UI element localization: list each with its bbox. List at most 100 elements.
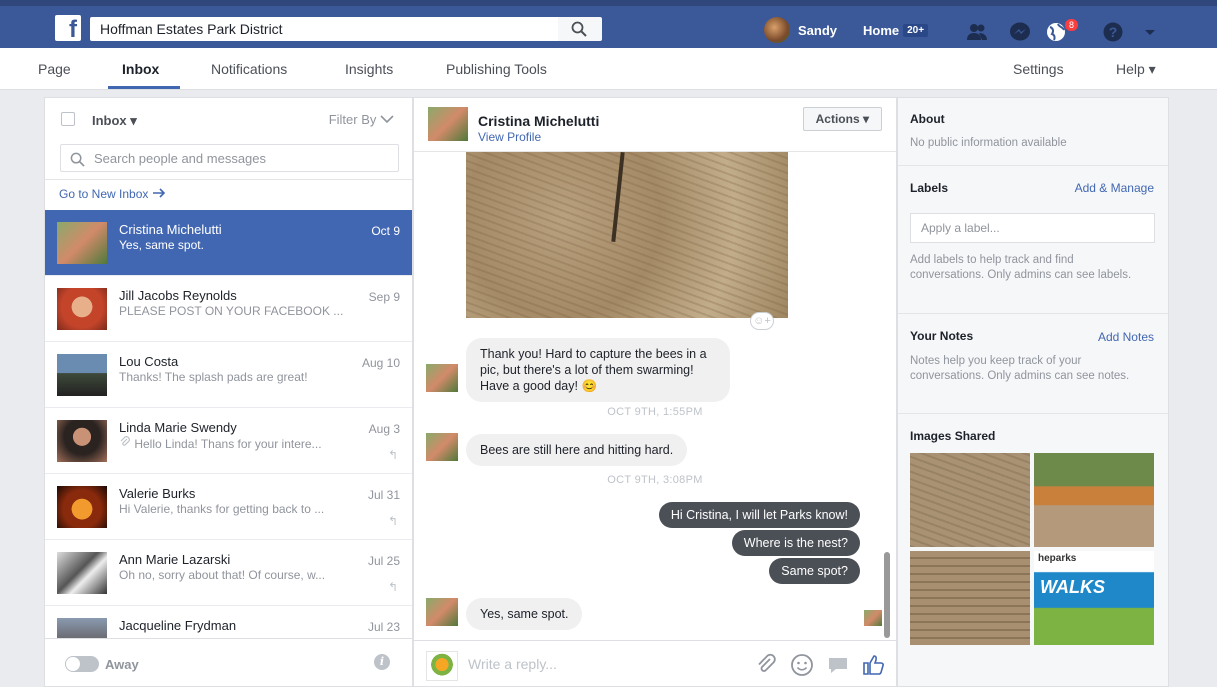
divider [45, 179, 412, 180]
notification-badge: 8 [1064, 18, 1080, 32]
sticker-icon[interactable] [826, 653, 850, 677]
notes-help-text: Notes help you keep track of your conver… [910, 355, 1130, 382]
away-label: Away [105, 657, 139, 672]
details-panel: About No public information available La… [897, 97, 1169, 687]
profile-link[interactable]: Sandy [764, 17, 837, 43]
search-people-input[interactable]: Search people and messages [60, 144, 399, 172]
page-nav: Page Inbox Notifications Insights Publis… [0, 48, 1217, 90]
about-text: No public information available [910, 137, 1067, 149]
images-shared-title: Images Shared [910, 429, 996, 443]
arrow-right-icon [152, 188, 165, 198]
thread-item[interactable]: Linda Marie Swendy Hello Linda! Thans fo… [45, 408, 412, 474]
labels-title: Labels [910, 181, 949, 195]
thread-list-panel: Inbox ▾ Filter By Search people and mess… [44, 97, 413, 687]
info-icon[interactable]: i [374, 654, 390, 670]
add-notes-link[interactable]: Add Notes [1098, 330, 1154, 344]
reply-composer: Write a reply... [414, 640, 896, 687]
images-shared-grid: heparks WALKS [910, 453, 1155, 645]
message-bubble: Bees are still here and hitting hard. [466, 434, 688, 466]
actions-button[interactable]: Actions ▾ [802, 107, 882, 131]
thread-snippet: PLEASE POST ON YOUR FACEBOOK ... [119, 304, 344, 318]
help-icon[interactable]: ? [1103, 22, 1125, 42]
thread-item[interactable]: Cristina Michelutti Yes, same spot. Oct … [45, 210, 412, 276]
tab-publishing-tools[interactable]: Publishing Tools [446, 61, 547, 77]
thread-date: Oct 9 [371, 224, 400, 238]
thread-list: Cristina Michelutti Yes, same spot. Oct … [45, 210, 412, 638]
shared-image-thumbnail[interactable] [1034, 453, 1154, 547]
svg-text:?: ? [1109, 24, 1118, 40]
thread-name: Jill Jacobs Reynolds [119, 288, 237, 303]
home-link[interactable]: Home 20+ [863, 23, 929, 38]
notes-title: Your Notes [910, 329, 974, 343]
message-bubble: Thank you! Hard to capture the bees in a… [466, 338, 730, 402]
top-bar: f Hoffman Estates Park District Sandy Ho… [0, 0, 1217, 48]
thread-name: Cristina Michelutti [119, 222, 222, 237]
thread-item[interactable]: Ann Marie Lazarski Oh no, sorry about th… [45, 540, 412, 606]
scrollbar[interactable] [884, 552, 890, 638]
notes-section: Your Notes Add Notes Notes help you keep… [898, 314, 1168, 414]
shared-image-thumbnail[interactable]: heparks WALKS [1034, 551, 1154, 645]
message-bubble-outgoing: Hi Cristina, I will let Parks know! [658, 502, 860, 528]
thread-snippet: Oh no, sorry about that! Of course, w... [119, 568, 326, 582]
about-section: About No public information available [898, 98, 1168, 166]
attachment-icon [120, 436, 130, 446]
chevron-down-icon[interactable] [1139, 22, 1161, 42]
search-input[interactable]: Hoffman Estates Park District [90, 17, 558, 41]
search-button[interactable] [558, 17, 602, 41]
shared-photo[interactable] [466, 152, 788, 318]
avatar [57, 552, 107, 594]
message-bubble-outgoing: Same spot? [769, 558, 860, 584]
avatar [426, 598, 458, 626]
shared-image-thumbnail[interactable] [910, 551, 1030, 645]
messenger-icon[interactable] [1009, 22, 1031, 42]
avatar[interactable] [428, 107, 468, 141]
chevron-down-icon [380, 115, 394, 124]
like-icon[interactable] [862, 653, 886, 677]
thread-date: Aug 10 [361, 356, 400, 370]
tab-inbox[interactable]: Inbox [122, 61, 159, 77]
thread-item[interactable]: Lou Costa Thanks! The splash pads are gr… [45, 342, 412, 408]
thread-item[interactable]: Jill Jacobs Reynolds PLEASE POST ON YOUR… [45, 276, 412, 342]
conversation-name[interactable]: Cristina Michelutti [478, 113, 599, 129]
filter-by-dropdown[interactable]: Filter By [329, 112, 394, 127]
message-bubble-outgoing: Where is the nest? [731, 530, 860, 556]
add-manage-labels-link[interactable]: Add & Manage [1075, 181, 1154, 195]
go-to-new-inbox-link[interactable]: Go to New Inbox [59, 187, 166, 201]
replied-icon: ↰ [387, 580, 398, 594]
status-footer: Away i [45, 638, 412, 687]
go-new-label: Go to New Inbox [59, 187, 149, 201]
tab-notifications[interactable]: Notifications [211, 61, 287, 77]
avatar [426, 364, 458, 392]
emoji-icon[interactable] [790, 653, 814, 677]
thread-snippet: Hi Valerie, thanks for getting back to .… [119, 502, 325, 516]
select-all-checkbox[interactable] [61, 112, 75, 126]
about-title: About [910, 112, 945, 126]
thread-name: Linda Marie Swendy [119, 420, 237, 435]
avatar [57, 222, 107, 264]
tab-insights[interactable]: Insights [345, 61, 393, 77]
add-reaction-icon[interactable]: ☺+ [750, 312, 774, 330]
home-label: Home [863, 23, 900, 38]
inbox-header: Inbox ▾ Filter By [45, 98, 412, 138]
thread-item[interactable]: Valerie Burks Hi Valerie, thanks for get… [45, 474, 412, 540]
filter-label: Filter By [328, 112, 377, 127]
message-bubble: Yes, same spot. [466, 598, 583, 630]
apply-label-input[interactable]: Apply a label... [910, 213, 1155, 243]
friend-requests-icon[interactable] [966, 22, 988, 42]
thread-snippet: Thanks! The splash pads are great! [119, 370, 308, 384]
thread-snippet: Yes, same spot. [119, 238, 204, 252]
tab-page[interactable]: Page [38, 61, 71, 77]
settings-link[interactable]: Settings [1013, 61, 1064, 77]
inbox-dropdown[interactable]: Inbox ▾ [92, 113, 137, 129]
help-menu[interactable]: Help ▾ [1116, 61, 1156, 78]
attachment-icon[interactable] [754, 653, 778, 677]
thread-item[interactable]: Jacqueline Frydman Jul 23 [45, 606, 412, 638]
shared-image-thumbnail[interactable] [910, 453, 1030, 547]
view-profile-link[interactable]: View Profile [478, 130, 541, 144]
avatar [57, 618, 107, 638]
thread-date: Sep 9 [368, 290, 400, 304]
reply-input[interactable]: Write a reply... [468, 656, 557, 672]
thread-date: Jul 25 [367, 554, 400, 568]
facebook-logo[interactable]: f [55, 15, 81, 41]
away-toggle[interactable] [65, 656, 99, 672]
